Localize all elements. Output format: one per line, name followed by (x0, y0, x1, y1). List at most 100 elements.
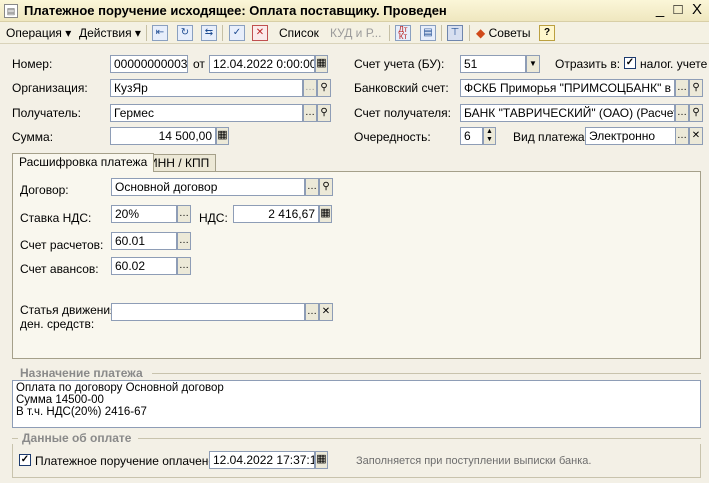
paid-hint: Заполняется при поступлении выписки банк… (356, 455, 592, 467)
kud-button[interactable]: КУД и Р... (330, 26, 381, 40)
dropdown-arrow-icon: ▾ (65, 26, 72, 40)
recipient-select-button[interactable]: … (303, 104, 317, 122)
date-field[interactable]: 12.04.2022 0:00:00 (209, 55, 315, 73)
contract-field[interactable]: Основной договор (111, 178, 305, 196)
settlement-account-label: Счет расчетов: (20, 238, 104, 252)
priority-field[interactable]: 6 (460, 127, 483, 145)
tips-button[interactable]: ◆ Советы (476, 26, 531, 40)
bank-account-select-button[interactable]: … (675, 79, 689, 97)
organization-select-button[interactable]: … (303, 79, 317, 97)
toolbar-separator (469, 25, 470, 41)
recipient-account-open-icon[interactable]: ⚲ (689, 104, 703, 122)
paid-date-field[interactable]: 12.04.2022 17:37:13 (209, 451, 315, 469)
divider (152, 373, 701, 374)
priority-label: Очередность: (354, 130, 431, 144)
priority-spinner-icon[interactable]: ▲ ▼ (483, 127, 496, 145)
list-button[interactable]: Список (279, 26, 319, 40)
reflect-label: Отразить в: (555, 57, 621, 71)
post-document-icon[interactable]: ✓ (229, 25, 245, 41)
bank-account-open-icon[interactable]: ⚲ (689, 79, 703, 97)
structure-icon[interactable]: ⊤ (447, 25, 463, 41)
debit-credit-icon[interactable]: Дт Кт (395, 25, 411, 41)
bank-account-field[interactable]: ФСКБ Приморья "ПРИМСОЦБАНК" в г. С (460, 79, 675, 97)
toolbar: Операция ▾ Действия ▾ ⇤ ↻ ⇆ ✓ ✕ Список К… (0, 22, 709, 44)
paid-label: Платежное поручение оплачено: (35, 454, 219, 468)
purpose-title: Назначение платежа (20, 366, 143, 380)
calendar-icon[interactable]: ▦ (315, 55, 328, 73)
tax-accounting-checkbox[interactable]: ✓ (624, 57, 636, 69)
account-bu-field[interactable]: 51 (460, 55, 526, 73)
toolbar-separator (389, 25, 390, 41)
reread-icon[interactable]: ↻ (177, 25, 193, 41)
minimize-button[interactable]: _ (651, 2, 669, 19)
title-bar: ▤ Платежное поручение исходящее: Оплата … (0, 0, 709, 22)
divider (12, 438, 18, 439)
purpose-line: В т.ч. НДС(20%) 2416-67 (16, 406, 147, 418)
paid-checkbox[interactable]: ✓ (19, 454, 31, 466)
unpost-document-icon[interactable]: ✕ (252, 25, 268, 41)
recipient-open-icon[interactable]: ⚲ (317, 104, 331, 122)
toolbar-separator (441, 25, 442, 41)
recipient-field[interactable]: Гермес (110, 104, 303, 122)
purpose-textarea[interactable]: Оплата по договору Основной договор Сумм… (12, 380, 701, 428)
divider (138, 438, 701, 439)
maximize-button[interactable]: □ (669, 2, 687, 19)
contract-select-button[interactable]: … (305, 178, 319, 196)
lightbulb-icon: ◆ (476, 26, 486, 40)
cashflow-clear-icon[interactable]: ✕ (319, 303, 333, 321)
cashflow-field[interactable] (111, 303, 305, 321)
organization-field[interactable]: КузЯр (110, 79, 303, 97)
advance-account-select-button[interactable]: … (177, 257, 191, 275)
recipient-label: Получатель: (12, 106, 81, 120)
number-label: Номер: (12, 57, 53, 71)
recipient-account-field[interactable]: БАНК "ТАВРИЧЕСКИЙ" (ОАО) (Расчетны (460, 104, 675, 122)
transfer-icon[interactable]: ⇆ (201, 25, 217, 41)
payment-type-clear-icon[interactable]: ✕ (689, 127, 703, 145)
toolbar-separator (146, 25, 147, 41)
window-title: Платежное поручение исходящее: Оплата по… (24, 3, 447, 18)
recipient-account-label: Счет получателя: (354, 106, 451, 120)
advance-account-field[interactable]: 60.02 (111, 257, 177, 275)
document-icon: ▤ (4, 4, 18, 18)
payment-type-field[interactable]: Электронно (585, 127, 676, 145)
help-icon[interactable]: ? (539, 25, 555, 41)
move-left-icon[interactable]: ⇤ (152, 25, 168, 41)
calculator-icon[interactable]: ▦ (216, 127, 229, 145)
close-button[interactable]: X (688, 2, 706, 19)
actions-menu[interactable]: Действия ▾ (79, 26, 141, 40)
account-bu-dropdown-icon[interactable]: ▼ (526, 55, 540, 73)
operation-menu[interactable]: Операция ▾ (6, 26, 71, 40)
vat-rate-label: Ставка НДС: (20, 211, 92, 225)
calendar-icon[interactable]: ▦ (315, 451, 328, 469)
vat-label: НДС: (199, 211, 228, 225)
contract-open-icon[interactable]: ⚲ (319, 178, 333, 196)
payment-type-label: Вид платежа: (513, 130, 588, 144)
cashflow-label: Статья движения ден. средств: (20, 303, 117, 331)
contract-label: Договор: (20, 183, 69, 197)
number-field[interactable]: 00000000003 (110, 55, 188, 73)
vat-field[interactable]: 2 416,67 (233, 205, 319, 223)
from-label: от (193, 57, 205, 71)
tax-accounting-label: налог. учете (640, 57, 708, 71)
purpose-line: Оплата по договору Основной договор (16, 382, 224, 394)
toolbar-separator (222, 25, 223, 41)
vat-rate-field[interactable]: 20% (111, 205, 177, 223)
settlement-account-select-button[interactable]: … (177, 232, 191, 250)
tab-payment-breakdown[interactable]: Расшифровка платежа (12, 153, 155, 172)
advance-account-label: Счет авансов: (20, 262, 99, 276)
calculator-icon[interactable]: ▦ (319, 205, 332, 223)
purpose-line: Сумма 14500-00 (16, 394, 104, 406)
report-icon[interactable]: ▤ (420, 25, 436, 41)
organization-open-icon[interactable]: ⚲ (317, 79, 331, 97)
organization-label: Организация: (12, 81, 88, 95)
dropdown-arrow-icon: ▾ (134, 26, 141, 40)
recipient-account-select-button[interactable]: … (675, 104, 689, 122)
cashflow-select-button[interactable]: … (305, 303, 319, 321)
settlement-account-field[interactable]: 60.01 (111, 232, 177, 250)
payment-data-title: Данные об оплате (22, 431, 132, 445)
vat-rate-select-button[interactable]: … (177, 205, 191, 223)
sum-label: Сумма: (12, 130, 54, 144)
sum-field[interactable]: 14 500,00 (110, 127, 216, 145)
payment-type-select-button[interactable]: … (675, 127, 689, 145)
bank-account-label: Банковский счет: (354, 81, 449, 95)
